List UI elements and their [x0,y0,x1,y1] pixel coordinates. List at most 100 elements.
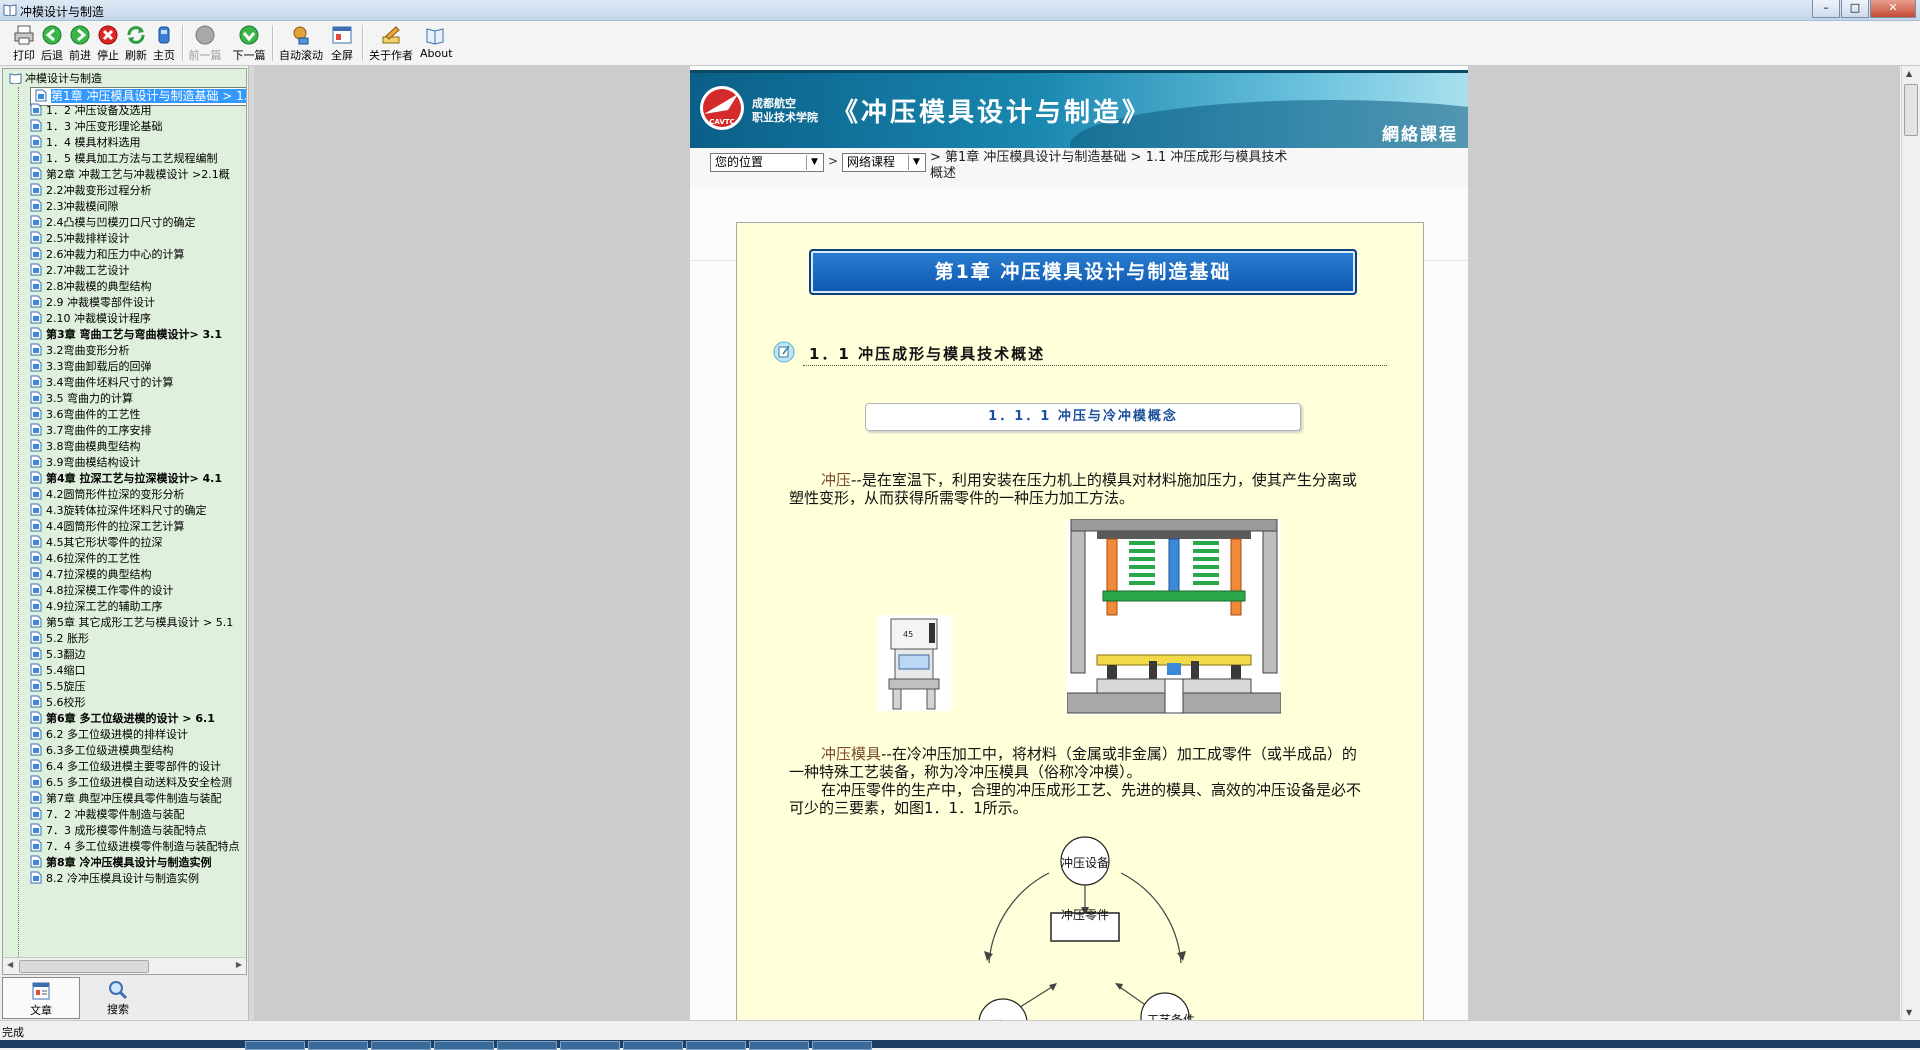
tree-item[interactable]: 第6章 多工位级进模的设计 > 6.1 [30,711,246,727]
tree-item[interactable]: 4.7拉深模的典型结构 [30,567,246,583]
tab-article[interactable]: 文章 [2,977,80,1019]
autoscroll-button[interactable]: 自动滚动 [278,24,324,62]
tree-item[interactable]: 4.6拉深件的工艺性 [30,551,246,567]
tree-item[interactable]: 2.5冲裁排样设计 [30,231,246,247]
taskbar-button[interactable] [686,1041,746,1050]
tree-item[interactable]: 2.6冲裁力和压力中心的计算 [30,247,246,263]
nav-separator-arrow: > [828,154,839,168]
close-button[interactable]: ✕ [1870,0,1916,18]
taskbar-button[interactable] [812,1041,872,1050]
tree-item[interactable]: 3.5 弯曲力的计算 [30,391,246,407]
tree-item[interactable]: 4.5其它形状零件的拉深 [30,535,246,551]
fullscreen-button[interactable]: 全屏 [328,24,356,62]
tree-item[interactable]: 7．2 冲裁模零件制造与装配 [30,807,246,823]
tree-item[interactable]: 3.4弯曲件坯料尺寸的计算 [30,375,246,391]
content-vertical-scrollbar[interactable]: ▲ ▼ [1901,66,1919,1020]
location-select[interactable]: 您的位置 ▼ [710,153,824,172]
course-select[interactable]: 网络课程 ▼ [842,153,926,172]
taskbar-button[interactable] [308,1041,368,1050]
tree-item[interactable]: 8.2 冷冲压模具设计与制造实例 [30,871,246,887]
page-icon [30,855,42,868]
scroll-up-arrow-icon[interactable]: ▲ [1906,69,1912,78]
tree-item[interactable]: 5.6校形 [30,695,246,711]
tree-item[interactable]: 2.7冲裁工艺设计 [30,263,246,279]
print-button[interactable]: 打印 [10,24,38,62]
tree-item-label: 第6章 多工位级进模的设计 > 6.1 [46,712,215,725]
tree-item[interactable]: 6.2 多工位级进模的排样设计 [30,727,246,743]
tree-item[interactable]: 5.3翻边 [30,647,246,663]
tree-item[interactable]: 5.5旋压 [30,679,246,695]
tree-item[interactable]: 1．2 冲压设备及选用 [30,103,246,119]
tree-item[interactable]: 2.4凸模与凹模刃口尺寸的确定 [30,215,246,231]
tree-item[interactable]: 7．3 成形模零件制造与装配特点 [30,823,246,839]
logo-text: CAVTC [709,118,734,126]
tree-item[interactable]: 3.7弯曲件的工序安排 [30,423,246,439]
taskbar-button[interactable] [560,1041,620,1050]
about-button[interactable]: About [420,24,453,62]
taskbar-button[interactable] [245,1041,305,1050]
next-down-arrow-icon [239,25,259,45]
tree-item[interactable]: 7．4 多工位级进模零件制造与装配特点 [30,839,246,855]
page-icon [30,439,42,452]
tree-item[interactable]: 3.6弯曲件的工艺性 [30,407,246,423]
scrollbar-thumb[interactable] [19,960,149,973]
tree-item[interactable]: 2.2冲裁变形过程分析 [30,183,246,199]
diagram-node-process: 工艺条件 [1146,1013,1195,1020]
tree-item[interactable]: 6.4 多工位级进模主要零部件的设计 [30,759,246,775]
refresh-button[interactable]: 刷新 [124,24,148,62]
tree-item[interactable]: 4.3旋转体拉深件坯料尺寸的确定 [30,503,246,519]
tree-item[interactable]: 2.8冲裁模的典型结构 [30,279,246,295]
paragraph-three-elements: 在冲压零件的生产中，合理的冲压成形工艺、先进的模具、高效的冲压设备是必不可少的三… [789,781,1362,817]
minimize-button[interactable]: – [1812,0,1840,18]
tree-item[interactable]: 4.4圆筒形件的拉深工艺计算 [30,519,246,535]
tree-item[interactable]: 4.8拉深模工作零件的设计 [30,583,246,599]
tree-item[interactable]: 1．3 冲压变形理论基础 [30,119,246,135]
tree-item[interactable]: 1．5 模具加工方法与工艺规程编制 [30,151,246,167]
scroll-left-arrow-icon[interactable]: ◀ [7,960,13,969]
tree-horizontal-scrollbar[interactable]: ◀ ▶ [3,957,246,974]
tree-item[interactable]: 2.3冲裁模间隙 [30,199,246,215]
page-icon [30,103,42,116]
scroll-down-arrow-icon[interactable]: ▼ [1906,1008,1912,1017]
tree-item[interactable]: 3.8弯曲模典型结构 [30,439,246,455]
tree-item[interactable]: 3.3弯曲卸载后的回弹 [30,359,246,375]
tree-item[interactable]: 2.9 冲裁模零部件设计 [30,295,246,311]
stop-button[interactable]: 停止 [96,24,120,62]
paragraph-die-definition: 冲压模具--在冷冲压加工中，将材料（金属或非金属）加工成零件（或半成品）的一种特… [789,745,1369,781]
tree-item[interactable]: 1．4 模具材料选用 [30,135,246,151]
tree-item[interactable]: 第4章 拉深工艺与拉深模设计> 4.1 [30,471,246,487]
tree-root[interactable]: 冲模设计与制造 [9,71,102,87]
taskbar-button[interactable] [497,1041,557,1050]
tree-item[interactable]: 5.4缩口 [30,663,246,679]
taskbar-button[interactable] [749,1041,809,1050]
print-icon [14,25,34,45]
taskbar-button[interactable] [371,1041,431,1050]
tree-item[interactable]: 2.10 冲裁模设计程序 [30,311,246,327]
tree-item[interactable]: 第5章 其它成形工艺与模具设计 > 5.1 [30,615,246,631]
maximize-button[interactable]: □ [1841,0,1869,18]
tree-item[interactable]: 6.3多工位级进模典型结构 [30,743,246,759]
tree-item[interactable]: 3.2弯曲变形分析 [30,343,246,359]
tree-item[interactable]: 第8章 冷冲压模具设计与制造实例 [30,855,246,871]
taskbar-button[interactable] [623,1041,683,1050]
previous-article-button[interactable]: 前一篇 [188,24,222,62]
forward-button[interactable]: 前进 [68,24,92,62]
banner-top-bar [690,70,1468,73]
scroll-right-arrow-icon[interactable]: ▶ [236,960,242,969]
tree-item[interactable]: 5.2 胀形 [30,631,246,647]
about-author-button[interactable]: 关于作者 [368,24,414,62]
scrollbar-thumb[interactable] [1904,84,1918,136]
tree-item[interactable]: 第3章 弯曲工艺与弯曲模设计> 3.1 [30,327,246,343]
tree-item[interactable]: 第7章 典型冲压模具零件制造与装配 [30,791,246,807]
tree-item[interactable]: 6.5 多工位级进模自动送料及安全检测 [30,775,246,791]
back-button[interactable]: 后退 [40,24,64,62]
tree-item[interactable]: 4.9拉深工艺的辅助工序 [30,599,246,615]
tree-item[interactable]: 3.9弯曲模结构设计 [30,455,246,471]
tab-search[interactable]: 搜索 [80,977,156,1017]
home-button[interactable]: 主页 [152,24,176,62]
taskbar-button[interactable] [434,1041,494,1050]
tree-item-label: 7．4 多工位级进模零件制造与装配特点 [46,840,240,853]
tree-item[interactable]: 第2章 冲裁工艺与冲裁模设计 >2.1概 [30,167,246,183]
next-article-button[interactable]: 下一篇 [232,24,266,62]
tree-item[interactable]: 4.2圆筒形件拉深的变形分析 [30,487,246,503]
